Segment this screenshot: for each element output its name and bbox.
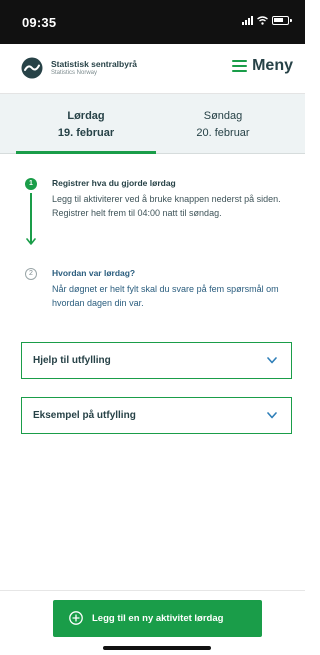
- day-tabs: Lørdag 19. februar Søndag 20. februar: [0, 94, 305, 154]
- step-text: Legg til aktiviterer ved å bruke knappen…: [52, 194, 281, 218]
- step-text: Når døgnet er helt fylt skal du svare på…: [52, 284, 279, 308]
- app-header: Statistisk sentralbyrå Statistics Norway…: [0, 44, 305, 94]
- step-progress-line: [30, 193, 32, 243]
- accordion-label: Hjelp til utfylling: [33, 355, 111, 366]
- tab-sondag[interactable]: Søndag 20. februar: [153, 94, 293, 154]
- hamburger-icon: [232, 60, 248, 72]
- ssb-logo-icon[interactable]: [21, 57, 43, 79]
- step-title: Registrer hva du gjorde lørdag: [52, 178, 176, 188]
- status-icons: [242, 15, 292, 25]
- tab-day-name: Søndag: [203, 110, 243, 122]
- help-accordion[interactable]: Hjelp til utfylling: [21, 342, 292, 379]
- home-indicator: [103, 646, 211, 650]
- tab-lordag[interactable]: Lørdag 19. februar: [16, 94, 156, 154]
- tab-day-date: 20. februar: [196, 127, 250, 139]
- status-bar: 09:35: [0, 0, 305, 44]
- add-activity-button[interactable]: Legg til en ny aktivitet lørdag: [53, 600, 262, 637]
- add-activity-label: Legg til en ny aktivitet lørdag: [92, 613, 224, 624]
- chevron-down-icon: [267, 357, 277, 364]
- arrow-down-icon: [26, 238, 36, 245]
- brand-name: Statistisk sentralbyrå: [51, 59, 137, 69]
- active-tab-indicator: [16, 151, 156, 154]
- step-number-badge: 2: [25, 268, 37, 280]
- signal-icon: [242, 15, 253, 25]
- accordion-label: Eksempel på utfylling: [33, 410, 136, 421]
- step-number-badge: 1: [25, 178, 37, 190]
- menu-label: Meny: [252, 57, 293, 74]
- wifi-icon: [257, 15, 268, 25]
- brand-subtitle: Statistics Norway: [51, 70, 98, 76]
- chevron-down-icon: [267, 412, 277, 419]
- battery-icon: [272, 15, 292, 25]
- tab-day-date: 19. februar: [57, 127, 115, 139]
- plus-circle-icon: [69, 611, 83, 625]
- step-title: Hvordan var lørdag?: [52, 268, 136, 278]
- tab-day-name: Lørdag: [67, 110, 105, 122]
- menu-button[interactable]: Meny: [232, 57, 293, 75]
- bottom-divider: [0, 590, 305, 591]
- status-time: 09:35: [22, 15, 57, 30]
- example-accordion[interactable]: Eksempel på utfylling: [21, 397, 292, 434]
